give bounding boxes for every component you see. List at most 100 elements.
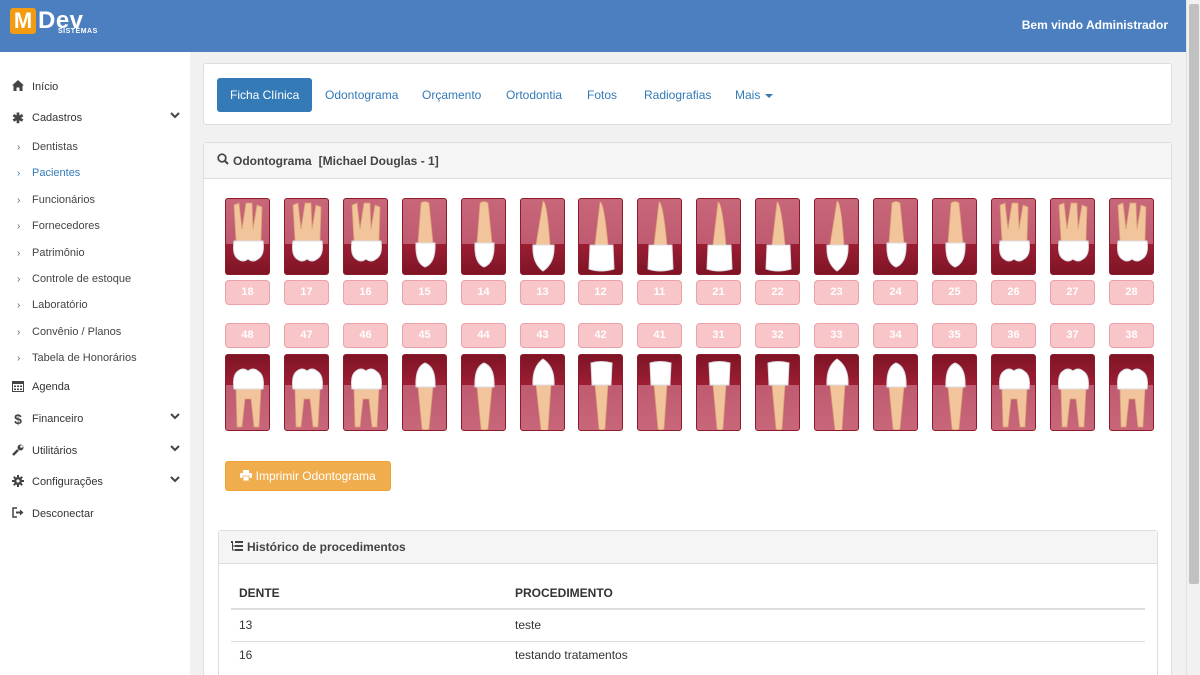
sidebar: Início ✱ Cadastros › Dentistas › Pacient… (0, 52, 190, 675)
tooth-26[interactable] (991, 198, 1036, 275)
tooth-32[interactable] (755, 354, 800, 431)
tooth-31[interactable] (696, 354, 741, 431)
print-odontogram-button[interactable]: Imprimir Odontograma (225, 461, 391, 491)
tooth-number-48[interactable]: 48 (225, 323, 270, 348)
sidebar-subitem-controle-estoque[interactable]: › Controle de estoque (0, 268, 190, 290)
tooth-16[interactable] (343, 198, 388, 275)
tooth-42[interactable] (578, 354, 623, 431)
tooth-33[interactable] (814, 354, 859, 431)
tooth-21[interactable] (696, 198, 741, 275)
tooth-number-25[interactable]: 25 (932, 280, 977, 305)
tooth-36[interactable] (991, 354, 1036, 431)
tooth-13[interactable] (520, 198, 565, 275)
chevron-right-icon: › (17, 352, 21, 364)
sidebar-subitem-convenio[interactable]: › Convênio / Planos (0, 321, 190, 343)
tooth-number-42[interactable]: 42 (578, 323, 623, 348)
sidebar-item-desconectar[interactable]: Desconectar (0, 501, 190, 527)
tab-mais[interactable]: Mais (722, 78, 786, 112)
tooth-18[interactable] (225, 198, 270, 275)
sidebar-item-cadastros[interactable]: ✱ Cadastros (0, 105, 190, 131)
tooth-number-38[interactable]: 38 (1109, 323, 1154, 348)
tooth-15[interactable] (402, 198, 447, 275)
tooth-number-31[interactable]: 31 (696, 323, 741, 348)
tooth-25[interactable] (932, 198, 977, 275)
tooth-number-43[interactable]: 43 (520, 323, 565, 348)
tooth-number-11[interactable]: 11 (637, 280, 682, 305)
tab-ficha-clinica[interactable]: Ficha Clínica (217, 78, 313, 112)
tooth-number-26[interactable]: 26 (991, 280, 1036, 305)
tooth-number-41[interactable]: 41 (637, 323, 682, 348)
tooth-number-33[interactable]: 33 (814, 323, 859, 348)
tooth-number-22[interactable]: 22 (755, 280, 800, 305)
tooth-34[interactable] (873, 354, 918, 431)
sidebar-subitem-laboratorio[interactable]: › Laboratório (0, 294, 190, 316)
odontogram-title: Odontograma (233, 153, 312, 168)
tab-mais-label: Mais (735, 88, 761, 102)
tooth-37[interactable] (1050, 354, 1095, 431)
chevron-right-icon: › (17, 326, 21, 338)
tooth-number-24[interactable]: 24 (873, 280, 918, 305)
tooth-number-17[interactable]: 17 (284, 280, 329, 305)
page-scrollbar[interactable] (1186, 0, 1200, 675)
tooth-12[interactable] (578, 198, 623, 275)
tab-ortodontia[interactable]: Ortodontia (493, 78, 575, 112)
tooth-number-14[interactable]: 14 (461, 280, 506, 305)
tooth-45[interactable] (402, 354, 447, 431)
sidebar-subitem-pacientes[interactable]: › Pacientes (0, 162, 190, 184)
tooth-48[interactable] (225, 354, 270, 431)
tooth-43[interactable] (520, 354, 565, 431)
sidebar-subitem-fornecedores[interactable]: › Fornecedores (0, 215, 190, 237)
sidebar-item-inicio[interactable]: Início (0, 74, 190, 100)
scrollbar-thumb[interactable] (1189, 4, 1199, 584)
tooth-number-28[interactable]: 28 (1109, 280, 1154, 305)
tooth-number-12[interactable]: 12 (578, 280, 623, 305)
tooth-38[interactable] (1109, 354, 1154, 431)
sidebar-item-utilitarios[interactable]: Utilitários (0, 438, 190, 464)
tooth-23[interactable] (814, 198, 859, 275)
sidebar-subitem-tabela-honorarios[interactable]: › Tabela de Honorários (0, 347, 190, 369)
tooth-number-23[interactable]: 23 (814, 280, 859, 305)
wrench-icon (11, 444, 25, 459)
tooth-28[interactable] (1109, 198, 1154, 275)
subitem-label: Patrimônio (32, 247, 85, 259)
tab-odontograma[interactable]: Odontograma (312, 78, 411, 112)
sidebar-item-agenda[interactable]: Agenda (0, 374, 190, 400)
caret-down-icon (765, 93, 774, 98)
tooth-number-45[interactable]: 45 (402, 323, 447, 348)
tooth-number-46[interactable]: 46 (343, 323, 388, 348)
tooth-27[interactable] (1050, 198, 1095, 275)
tooth-number-32[interactable]: 32 (755, 323, 800, 348)
tooth-number-13[interactable]: 13 (520, 280, 565, 305)
tooth-47[interactable] (284, 354, 329, 431)
tooth-number-34[interactable]: 34 (873, 323, 918, 348)
logo[interactable]: M Dev (10, 8, 84, 42)
tab-radiografias[interactable]: Radiografias (631, 78, 724, 112)
tooth-number-37[interactable]: 37 (1050, 323, 1095, 348)
tooth-35[interactable] (932, 354, 977, 431)
tooth-number-44[interactable]: 44 (461, 323, 506, 348)
tooth-number-21[interactable]: 21 (696, 280, 741, 305)
tooth-number-16[interactable]: 16 (343, 280, 388, 305)
tooth-22[interactable] (755, 198, 800, 275)
tooth-number-35[interactable]: 35 (932, 323, 977, 348)
sidebar-subitem-dentistas[interactable]: › Dentistas (0, 136, 190, 158)
tooth-number-18[interactable]: 18 (225, 280, 270, 305)
tooth-46[interactable] (343, 354, 388, 431)
sidebar-subitem-funcionarios[interactable]: › Funcionários (0, 189, 190, 211)
sidebar-item-financeiro[interactable]: $ Financeiro (0, 406, 190, 432)
tooth-17[interactable] (284, 198, 329, 275)
tooth-number-36[interactable]: 36 (991, 323, 1036, 348)
tab-fotos[interactable]: Fotos (574, 78, 630, 112)
tab-orcamento[interactable]: Orçamento (409, 78, 494, 112)
tooth-number-47[interactable]: 47 (284, 323, 329, 348)
tooth-44[interactable] (461, 354, 506, 431)
tooth-41[interactable] (637, 354, 682, 431)
sidebar-subitem-patrimonio[interactable]: › Patrimônio (0, 242, 190, 264)
tooth-11[interactable] (637, 198, 682, 275)
chevron-down-icon (170, 412, 180, 423)
tooth-24[interactable] (873, 198, 918, 275)
sidebar-item-configuracoes[interactable]: Configurações (0, 469, 190, 495)
tooth-14[interactable] (461, 198, 506, 275)
tooth-number-15[interactable]: 15 (402, 280, 447, 305)
tooth-number-27[interactable]: 27 (1050, 280, 1095, 305)
